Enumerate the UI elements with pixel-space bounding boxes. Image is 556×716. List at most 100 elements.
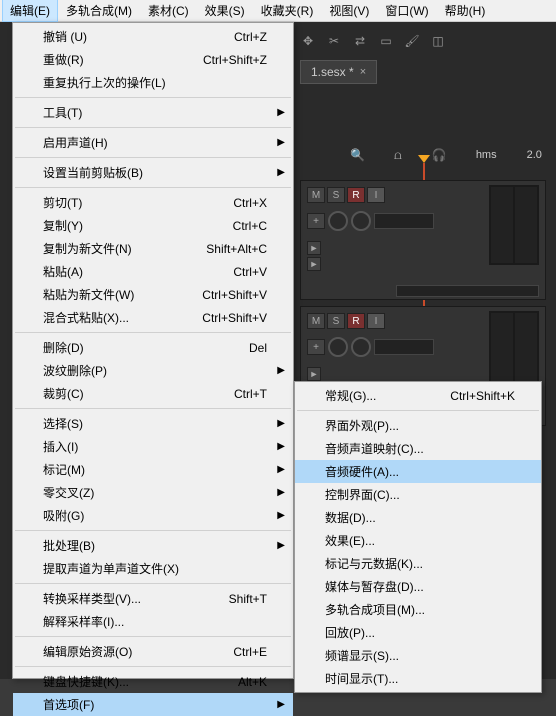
slip-tool-icon[interactable]: ⇄ [352,33,368,49]
edit-menu-item-27[interactable]: 批处理(B)▶ [13,534,293,557]
headphones-icon[interactable]: 🎧 [432,148,446,162]
prefs-menu-item-10[interactable]: 多轨合成项目(M)... [295,598,541,621]
playhead-icon[interactable] [418,155,430,163]
prefs-menu-item-4[interactable]: 音频硬件(A)... [295,460,541,483]
edit-menu-item-31[interactable]: 解释采样率(I)... [13,610,293,633]
eraser-tool-icon[interactable]: ◫ [430,33,446,49]
zoom-icon[interactable]: 🔍 [350,148,364,162]
move-tool-icon[interactable]: ✥ [300,33,316,49]
menu-view[interactable]: 视图(V) [321,0,377,22]
prefs-menu-item-8[interactable]: 标记与元数据(K)... [295,552,541,575]
edit-menu-item-18[interactable]: 波纹删除(P)▶ [13,359,293,382]
razor-tool-icon[interactable]: ✂ [326,33,342,49]
solo-button[interactable]: S [327,313,345,329]
volume-knob[interactable] [328,337,348,357]
edit-menu-item-25[interactable]: 吸附(G)▶ [13,504,293,527]
brush-tool-icon[interactable]: 🖌 [404,33,420,49]
menu-item-shortcut: Shift+Alt+C [206,242,267,256]
selection-tool-icon[interactable]: ▭ [378,33,394,49]
submenu-arrow-icon: ▶ [277,699,285,710]
edit-menu-item-1[interactable]: 重做(R)Ctrl+Shift+Z [13,48,293,71]
menubar: 编辑(E) 多轨合成(M) 素材(C) 效果(S) 收藏夹(R) 视图(V) 窗… [0,0,556,22]
track-1-knobs: + [307,211,434,231]
prefs-menu-item-0[interactable]: 常规(G)...Ctrl+Shift+K [295,384,541,407]
mute-button[interactable]: M [307,313,325,329]
menu-edit[interactable]: 编辑(E) [2,0,58,22]
solo-button[interactable]: S [327,187,345,203]
track-dropdown[interactable] [374,213,434,229]
snap-icon[interactable]: ⩍ [394,148,402,162]
prefs-menu-item-11[interactable]: 回放(P)... [295,621,541,644]
edit-menu-item-15[interactable]: 混合式粘贴(X)...Ctrl+Shift+V [13,306,293,329]
edit-menu-item-8[interactable]: 设置当前剪贴板(B)▶ [13,161,293,184]
prefs-menu-item-2[interactable]: 界面外观(P)... [295,414,541,437]
edit-menu-item-17[interactable]: 删除(D)Del [13,336,293,359]
preferences-submenu: 常规(G)...Ctrl+Shift+K 界面外观(P)...音频声道映射(C).… [294,381,542,693]
edit-menu-item-12[interactable]: 复制为新文件(N)Shift+Alt+C [13,237,293,260]
edit-menu-item-14[interactable]: 粘贴为新文件(W)Ctrl+Shift+V [13,283,293,306]
record-button[interactable]: R [347,187,365,203]
edit-menu-item-4[interactable]: 工具(T)▶ [13,101,293,124]
prefs-menu-item-6[interactable]: 数据(D)... [295,506,541,529]
prefs-menu-item-7[interactable]: 效果(E)... [295,529,541,552]
menu-item-label: 频谱显示(S)... [325,647,515,664]
edit-menu-item-22[interactable]: 插入(I)▶ [13,435,293,458]
track-collapse-icon[interactable]: ► [307,257,321,271]
document-tab[interactable]: 1.sesx * × [300,60,377,84]
edit-menu-item-21[interactable]: 选择(S)▶ [13,412,293,435]
prefs-menu-item-3[interactable]: 音频声道映射(C)... [295,437,541,460]
prefs-menu-item-9[interactable]: 媒体与暂存盘(D)... [295,575,541,598]
track-expand-icon[interactable]: ► [307,241,321,255]
prefs-menu-item-5[interactable]: 控制界面(C)... [295,483,541,506]
prefs-menu-item-12[interactable]: 频谱显示(S)... [295,644,541,667]
menu-item-label: 提取声道为单声道文件(X) [43,560,267,577]
input-button[interactable]: I [367,187,385,203]
edit-menu-item-36[interactable]: 首选项(F)▶ [13,693,293,716]
menu-item-shortcut: Ctrl+Shift+Z [203,53,267,67]
menu-item-shortcut: Ctrl+V [233,265,267,279]
menu-item-label: 重做(R) [43,51,203,68]
volume-knob[interactable] [328,211,348,231]
menu-favorites[interactable]: 收藏夹(R) [253,0,322,22]
track-2-buttons: M S R I [307,313,385,329]
edit-menu-item-35[interactable]: 键盘快捷键(K)...Alt+K [13,670,293,693]
edit-menu-item-30[interactable]: 转换采样类型(V)...Shift+T [13,587,293,610]
menu-item-shortcut: Ctrl+Shift+K [450,389,515,403]
menu-clip[interactable]: 素材(C) [140,0,197,22]
pan-knob[interactable] [351,337,371,357]
edit-menu-item-24[interactable]: 零交叉(Z)▶ [13,481,293,504]
menu-item-label: 粘贴为新文件(W) [43,286,202,303]
pan-knob[interactable] [351,211,371,231]
menu-multitrack[interactable]: 多轨合成(M) [58,0,140,22]
menu-item-label: 裁剪(C) [43,385,234,402]
menu-item-label: 波纹删除(P) [43,362,267,379]
menu-window[interactable]: 窗口(W) [377,0,436,22]
submenu-arrow-icon: ▶ [277,137,285,148]
edit-menu-item-10[interactable]: 剪切(T)Ctrl+X [13,191,293,214]
menu-item-label: 粘贴(A) [43,263,233,280]
edit-menu-item-28[interactable]: 提取声道为单声道文件(X) [13,557,293,580]
edit-menu-item-2[interactable]: 重复执行上次的操作(L) [13,71,293,94]
plus-button[interactable]: + [307,339,325,355]
track-expand-icon[interactable]: ► [307,367,321,381]
edit-menu-item-23[interactable]: 标记(M)▶ [13,458,293,481]
mute-button[interactable]: M [307,187,325,203]
tab-close-icon[interactable]: × [360,66,366,78]
edit-menu-item-6[interactable]: 启用声道(H)▶ [13,131,293,154]
tab-label: 1.sesx * [311,65,354,79]
track-1[interactable]: M S R I + ► ► [300,180,546,300]
menu-item-label: 标记与元数据(K)... [325,555,515,572]
record-button[interactable]: R [347,313,365,329]
track-1-scrollbar[interactable] [396,285,539,297]
menu-effects[interactable]: 效果(S) [197,0,253,22]
track-dropdown[interactable] [374,339,434,355]
edit-menu-item-13[interactable]: 粘贴(A)Ctrl+V [13,260,293,283]
input-button[interactable]: I [367,313,385,329]
edit-menu-item-19[interactable]: 裁剪(C)Ctrl+T [13,382,293,405]
plus-button[interactable]: + [307,213,325,229]
edit-menu-item-0[interactable]: 撤销 (U)Ctrl+Z [13,25,293,48]
edit-menu-item-33[interactable]: 编辑原始资源(O)Ctrl+E [13,640,293,663]
edit-menu-item-11[interactable]: 复制(Y)Ctrl+C [13,214,293,237]
menu-help[interactable]: 帮助(H) [437,0,494,22]
menu-item-label: 撤销 (U) [43,28,234,45]
